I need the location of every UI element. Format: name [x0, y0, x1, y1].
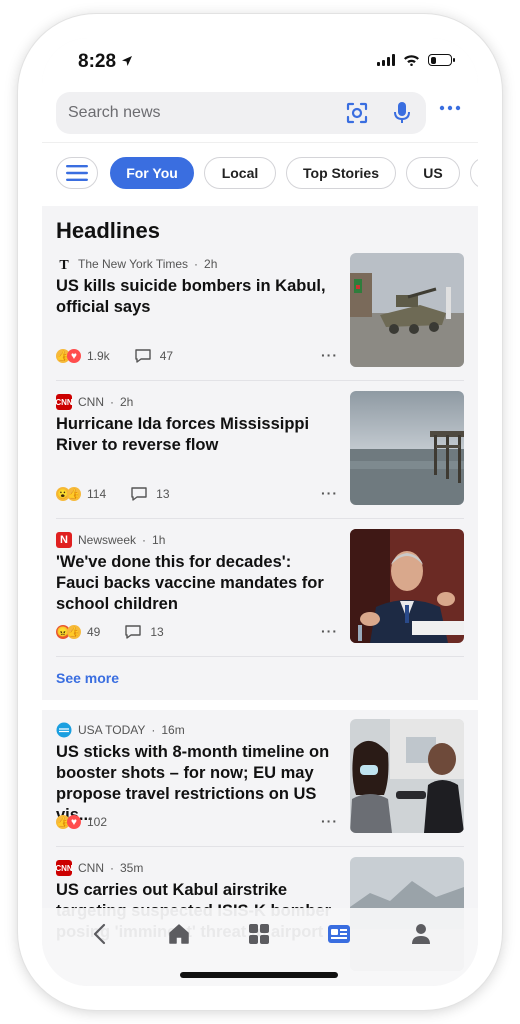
location-arrow-icon	[122, 56, 132, 66]
article-card[interactable]: CNN CNN · 2h Hurricane Ida forces Mississi…	[42, 391, 478, 522]
article-source: CNN CNN · 2h	[55, 394, 134, 410]
status-time: 8:28	[78, 51, 117, 72]
tab-next-partial[interactable]	[470, 157, 478, 189]
source-name: Newsweek	[78, 533, 137, 547]
back-chevron-icon	[93, 923, 106, 945]
comment-icon	[131, 487, 147, 501]
article-meta: 👍 ♥ 1.9k 47	[56, 348, 173, 364]
article-thumbnail[interactable]	[350, 391, 464, 505]
status-bar: 8:28	[42, 38, 478, 86]
article-source: T The New York Times · 2h	[56, 256, 217, 272]
hamburger-menu-icon	[66, 165, 88, 181]
publish-time: 1h	[152, 533, 166, 547]
article-more-icon[interactable]: ···	[321, 347, 338, 363]
article-more-icon[interactable]: ···	[321, 813, 338, 829]
article-source: N Newsweek · 1h	[56, 532, 165, 548]
search-area	[42, 86, 478, 142]
tab-top-stories[interactable]: Top Stories	[286, 157, 396, 189]
battery-icon	[428, 54, 455, 66]
reaction-count: 49	[87, 625, 101, 639]
tab-us[interactable]: US	[406, 157, 460, 189]
article-title[interactable]: US kills suicide bombers in Kabul, offic…	[56, 276, 336, 318]
comment-icon	[125, 625, 142, 639]
home-indicator	[180, 972, 338, 978]
article-thumbnail[interactable]	[350, 529, 464, 643]
comments-button[interactable]: 13	[130, 486, 170, 502]
category-tabs: For You Local Top Stories US	[42, 142, 478, 207]
divider	[56, 380, 464, 381]
section-title: Headlines	[56, 218, 160, 243]
svg-text:T: T	[59, 258, 69, 272]
article-title[interactable]: Hurricane Ida forces Mississippi River t…	[56, 414, 336, 456]
heart-reaction-icon: ♥	[67, 815, 81, 829]
article-thumbnail[interactable]	[350, 719, 464, 833]
feed-article-card[interactable]: USA TODAY · 16m US sticks with 8-month tim…	[42, 719, 478, 850]
article-meta: 😮 👍 114 13	[56, 486, 170, 502]
microphone-icon[interactable]	[392, 101, 412, 125]
publish-time: 16m	[161, 723, 185, 737]
cnn-logo-icon: CNN	[55, 860, 73, 876]
wifi-icon	[404, 55, 419, 66]
comments-button[interactable]: 13	[124, 624, 164, 640]
nav-news[interactable]	[324, 920, 354, 948]
article-more-icon[interactable]: ···	[321, 623, 338, 639]
source-name: The New York Times	[78, 257, 189, 271]
article-card[interactable]: N Newsweek · 1h 'We've done this for decad…	[42, 529, 478, 660]
comments-button[interactable]: 47	[134, 348, 173, 364]
grid-icon	[249, 924, 269, 944]
article-more-icon[interactable]: ···	[321, 485, 338, 501]
comment-count: 13	[150, 625, 164, 639]
source-name: CNN	[78, 861, 104, 875]
article-card[interactable]: T The New York Times · 2h US kills suicide…	[42, 253, 478, 384]
reaction-count: 102	[87, 815, 108, 829]
see-more-link[interactable]: See more	[56, 670, 119, 686]
article-source: CNN CNN · 35m	[55, 860, 144, 876]
comment-count: 13	[156, 487, 170, 501]
search-input[interactable]	[68, 92, 328, 134]
article-meta: 👍 ♥ 102	[56, 814, 107, 830]
article-thumbnail[interactable]	[350, 253, 464, 367]
source-name: USA TODAY	[78, 723, 146, 737]
reaction-count: 114	[87, 487, 107, 501]
source-name: CNN	[78, 395, 104, 409]
profile-icon	[412, 924, 430, 944]
nav-home[interactable]	[164, 920, 194, 948]
usa-today-logo-icon	[56, 722, 72, 738]
comment-icon	[134, 349, 151, 363]
section-separator	[42, 700, 478, 710]
tab-local[interactable]: Local	[204, 157, 276, 189]
publish-time: 35m	[120, 861, 144, 875]
divider	[56, 656, 464, 657]
home-icon	[169, 924, 189, 944]
headlines-section: Headlines T The New York Times · 2h US kil…	[42, 206, 478, 700]
publish-time: 2h	[120, 395, 134, 409]
article-meta: 😠 👍 49 13	[56, 624, 164, 640]
article-title[interactable]: 'We've done this for decades': Fauci bac…	[56, 552, 336, 615]
tab-for-you[interactable]: For You	[110, 157, 194, 189]
publish-time: 2h	[204, 257, 218, 271]
nyt-logo-icon: T	[59, 258, 69, 272]
cellular-signal-icon	[377, 54, 395, 66]
app-screen: 8:28 For You Local T	[42, 38, 478, 986]
more-options-icon[interactable]	[438, 98, 462, 118]
newsweek-logo-icon: N	[56, 532, 72, 548]
reaction-count: 1.9k	[87, 349, 110, 363]
battery-level	[430, 56, 436, 64]
thumbs-up-reaction-icon: 👍	[67, 625, 81, 639]
heart-reaction-icon: ♥	[67, 349, 81, 363]
visual-search-icon[interactable]	[346, 102, 368, 124]
divider	[56, 846, 464, 847]
menu-button[interactable]	[56, 157, 98, 189]
search-box[interactable]	[56, 92, 426, 134]
news-icon	[328, 925, 350, 943]
thumbs-up-reaction-icon: 👍	[67, 487, 81, 501]
comment-count: 47	[159, 349, 174, 363]
status-icons	[377, 54, 455, 66]
cnn-logo-icon: CNN	[55, 394, 73, 410]
nav-profile[interactable]	[406, 920, 436, 948]
nav-back[interactable]	[84, 920, 114, 948]
divider	[56, 518, 464, 519]
article-source: USA TODAY · 16m	[56, 722, 185, 738]
nav-grid[interactable]	[244, 920, 274, 948]
